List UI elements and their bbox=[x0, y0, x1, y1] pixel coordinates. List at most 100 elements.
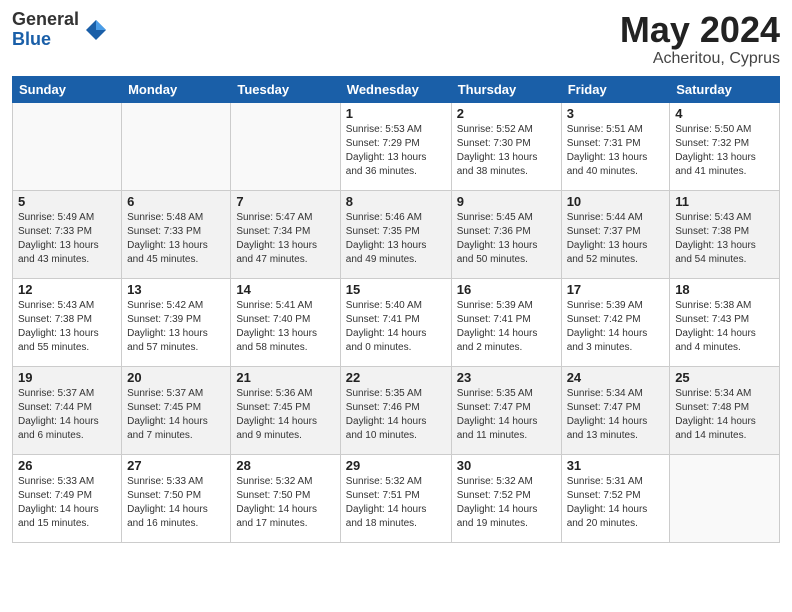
table-row: 9Sunrise: 5:45 AM Sunset: 7:36 PM Daylig… bbox=[451, 190, 561, 278]
day-info: Sunrise: 5:49 AM Sunset: 7:33 PM Dayligh… bbox=[18, 211, 116, 267]
table-row: 16Sunrise: 5:39 AM Sunset: 7:41 PM Dayli… bbox=[451, 278, 561, 366]
table-row: 15 Sunrise: 5:40 AM Sunset: 7:41 PM Dayli… bbox=[340, 278, 451, 366]
day-info: Sunrise: 5:36 AM Sunset: 7:45 PM Dayligh… bbox=[236, 387, 334, 443]
header-wednesday: Wednesday bbox=[340, 76, 451, 102]
table-row: 25 Sunrise: 5:34 AM Sunset: 7:48 PM Dayli… bbox=[670, 366, 780, 454]
table-row: 3 Sunrise: 5:51 AM Sunset: 7:31 PM Daylig… bbox=[561, 102, 670, 190]
day-number: 15 bbox=[346, 282, 446, 297]
day-number: 16 bbox=[457, 282, 556, 297]
header-monday: Monday bbox=[122, 76, 231, 102]
table-row: 29 Sunrise: 5:32 AM Sunset: 7:51 PM Dayli… bbox=[340, 454, 451, 542]
day-info: Sunrise: 5:34 AM Sunset: 7:47 PM Dayligh… bbox=[567, 387, 665, 443]
table-row: 23 Sunrise: 5:35 AM Sunset: 7:47 PM Dayli… bbox=[451, 366, 561, 454]
day-number: 28 bbox=[236, 458, 334, 473]
day-number: 19 bbox=[18, 370, 116, 385]
day-number: 6 bbox=[127, 194, 225, 209]
calendar-week-4: 19Sunrise: 5:37 AM Sunset: 7:44 PM Dayli… bbox=[13, 366, 780, 454]
day-number: 20 bbox=[127, 370, 225, 385]
day-info: Sunrise: 5:50 AM Sunset: 7:32 PM Dayligh… bbox=[675, 123, 774, 179]
table-row: 26 Sunrise: 5:33 AM Sunset: 7:49 PM Dayli… bbox=[13, 454, 122, 542]
day-info: Sunrise: 5:35 AM Sunset: 7:46 PM Dayligh… bbox=[346, 387, 446, 443]
day-number: 17 bbox=[567, 282, 665, 297]
day-number: 26 bbox=[18, 458, 116, 473]
header-sunday: Sunday bbox=[13, 76, 122, 102]
header-friday: Friday bbox=[561, 76, 670, 102]
table-row: 12 Sunrise: 5:43 AM Sunset: 7:38 PM Dayli… bbox=[13, 278, 122, 366]
day-info: Sunrise: 5:34 AM Sunset: 7:48 PM Dayligh… bbox=[675, 387, 774, 443]
table-row: 7 Sunrise: 5:47 AM Sunset: 7:34 PM Daylig… bbox=[231, 190, 340, 278]
day-number: 23 bbox=[457, 370, 556, 385]
day-info: Sunrise: 5:53 AM Sunset: 7:29 PM Dayligh… bbox=[346, 123, 446, 179]
table-row: 28Sunrise: 5:32 AM Sunset: 7:50 PM Dayli… bbox=[231, 454, 340, 542]
table-row: 31Sunrise: 5:31 AM Sunset: 7:52 PM Dayli… bbox=[561, 454, 670, 542]
table-row bbox=[122, 102, 231, 190]
logo-icon bbox=[82, 16, 110, 44]
table-row: 24 Sunrise: 5:34 AM Sunset: 7:47 PM Dayli… bbox=[561, 366, 670, 454]
day-number: 1 bbox=[346, 106, 446, 121]
day-number: 31 bbox=[567, 458, 665, 473]
title-block: May 2024 Acheritou, Cyprus bbox=[620, 10, 780, 68]
day-info: Sunrise: 5:43 AM Sunset: 7:38 PM Dayligh… bbox=[18, 299, 116, 355]
day-number: 4 bbox=[675, 106, 774, 121]
table-row: 11Sunrise: 5:43 AM Sunset: 7:38 PM Dayli… bbox=[670, 190, 780, 278]
header-thursday: Thursday bbox=[451, 76, 561, 102]
day-number: 14 bbox=[236, 282, 334, 297]
location: Acheritou, Cyprus bbox=[620, 50, 780, 68]
day-info: Sunrise: 5:52 AM Sunset: 7:30 PM Dayligh… bbox=[457, 123, 556, 179]
day-info: Sunrise: 5:33 AM Sunset: 7:50 PM Dayligh… bbox=[127, 475, 225, 531]
table-row: 5 Sunrise: 5:49 AM Sunset: 7:33 PM Daylig… bbox=[13, 190, 122, 278]
table-row: 2 Sunrise: 5:52 AM Sunset: 7:30 PM Daylig… bbox=[451, 102, 561, 190]
day-number: 13 bbox=[127, 282, 225, 297]
header-tuesday: Tuesday bbox=[231, 76, 340, 102]
table-row: 22 Sunrise: 5:35 AM Sunset: 7:46 PM Dayli… bbox=[340, 366, 451, 454]
table-row bbox=[231, 102, 340, 190]
table-row: 19Sunrise: 5:37 AM Sunset: 7:44 PM Dayli… bbox=[13, 366, 122, 454]
table-row: 14 Sunrise: 5:41 AM Sunset: 7:40 PM Dayli… bbox=[231, 278, 340, 366]
day-number: 2 bbox=[457, 106, 556, 121]
day-info: Sunrise: 5:44 AM Sunset: 7:37 PM Dayligh… bbox=[567, 211, 665, 267]
day-number: 11 bbox=[675, 194, 774, 209]
day-info: Sunrise: 5:38 AM Sunset: 7:43 PM Dayligh… bbox=[675, 299, 774, 355]
day-number: 22 bbox=[346, 370, 446, 385]
day-info: Sunrise: 5:48 AM Sunset: 7:33 PM Dayligh… bbox=[127, 211, 225, 267]
day-info: Sunrise: 5:42 AM Sunset: 7:39 PM Dayligh… bbox=[127, 299, 225, 355]
day-info: Sunrise: 5:37 AM Sunset: 7:45 PM Dayligh… bbox=[127, 387, 225, 443]
page-header: General Blue May 2024 Acheritou, Cyprus bbox=[12, 10, 780, 68]
day-info: Sunrise: 5:45 AM Sunset: 7:36 PM Dayligh… bbox=[457, 211, 556, 267]
calendar-week-1: 1 Sunrise: 5:53 AM Sunset: 7:29 PM Daylig… bbox=[13, 102, 780, 190]
table-row: 8Sunrise: 5:46 AM Sunset: 7:35 PM Daylig… bbox=[340, 190, 451, 278]
day-number: 12 bbox=[18, 282, 116, 297]
table-row: 17 Sunrise: 5:39 AM Sunset: 7:42 PM Dayli… bbox=[561, 278, 670, 366]
day-number: 27 bbox=[127, 458, 225, 473]
day-number: 25 bbox=[675, 370, 774, 385]
day-info: Sunrise: 5:47 AM Sunset: 7:34 PM Dayligh… bbox=[236, 211, 334, 267]
logo: General Blue bbox=[12, 10, 110, 50]
day-number: 29 bbox=[346, 458, 446, 473]
calendar-table: Sunday Monday Tuesday Wednesday Thursday… bbox=[12, 76, 780, 543]
calendar-week-3: 12 Sunrise: 5:43 AM Sunset: 7:38 PM Dayli… bbox=[13, 278, 780, 366]
day-number: 24 bbox=[567, 370, 665, 385]
day-info: Sunrise: 5:35 AM Sunset: 7:47 PM Dayligh… bbox=[457, 387, 556, 443]
table-row: 30 Sunrise: 5:32 AM Sunset: 7:52 PM Dayli… bbox=[451, 454, 561, 542]
main-container: General Blue May 2024 Acheritou, Cyprus … bbox=[0, 0, 792, 553]
day-info: Sunrise: 5:41 AM Sunset: 7:40 PM Dayligh… bbox=[236, 299, 334, 355]
day-info: Sunrise: 5:39 AM Sunset: 7:42 PM Dayligh… bbox=[567, 299, 665, 355]
table-row bbox=[13, 102, 122, 190]
table-row: 10Sunrise: 5:44 AM Sunset: 7:37 PM Dayli… bbox=[561, 190, 670, 278]
day-number: 7 bbox=[236, 194, 334, 209]
logo-blue: Blue bbox=[12, 30, 79, 50]
day-info: Sunrise: 5:32 AM Sunset: 7:52 PM Dayligh… bbox=[457, 475, 556, 531]
month-year: May 2024 bbox=[620, 10, 780, 50]
day-number: 30 bbox=[457, 458, 556, 473]
logo-text: General Blue bbox=[12, 10, 79, 50]
day-info: Sunrise: 5:32 AM Sunset: 7:51 PM Dayligh… bbox=[346, 475, 446, 531]
day-info: Sunrise: 5:40 AM Sunset: 7:41 PM Dayligh… bbox=[346, 299, 446, 355]
day-info: Sunrise: 5:33 AM Sunset: 7:49 PM Dayligh… bbox=[18, 475, 116, 531]
table-row: 6 Sunrise: 5:48 AM Sunset: 7:33 PM Daylig… bbox=[122, 190, 231, 278]
day-info: Sunrise: 5:51 AM Sunset: 7:31 PM Dayligh… bbox=[567, 123, 665, 179]
calendar-header-row: Sunday Monday Tuesday Wednesday Thursday… bbox=[13, 76, 780, 102]
table-row: 1 Sunrise: 5:53 AM Sunset: 7:29 PM Daylig… bbox=[340, 102, 451, 190]
table-row: 4 Sunrise: 5:50 AM Sunset: 7:32 PM Daylig… bbox=[670, 102, 780, 190]
day-number: 5 bbox=[18, 194, 116, 209]
day-number: 3 bbox=[567, 106, 665, 121]
